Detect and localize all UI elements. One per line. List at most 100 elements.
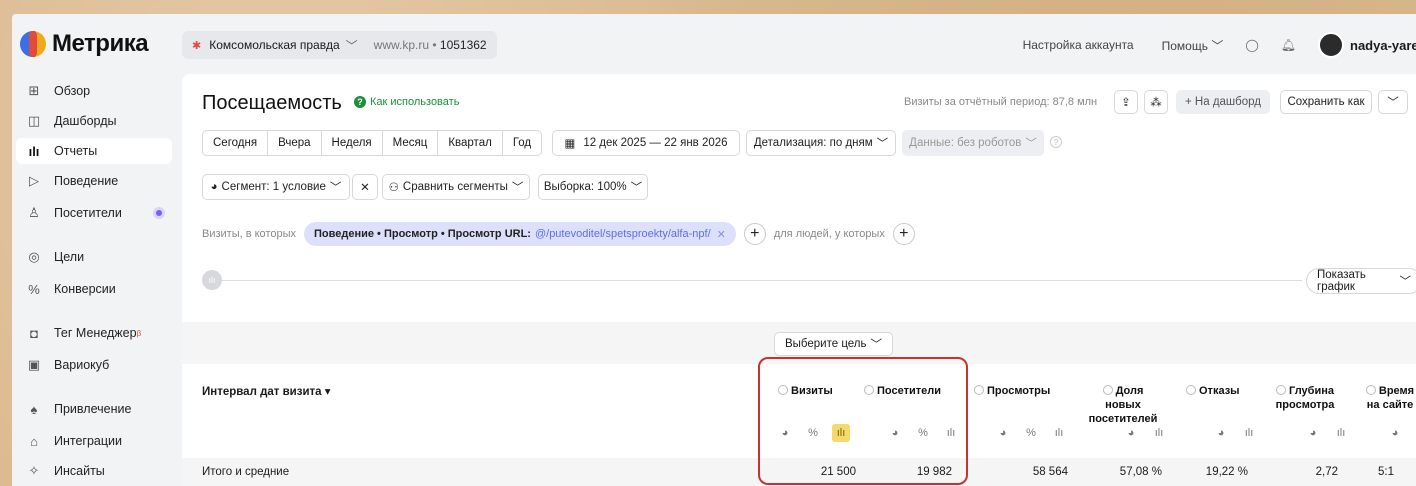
- add-filter-button[interactable]: +: [743, 223, 766, 245]
- total-depth: 2,72: [1315, 466, 1338, 478]
- target-icon: ◎: [28, 249, 40, 264]
- username[interactable]: nadya-yaremen: [1350, 38, 1416, 53]
- time-view-toggles: ◕ ılı: [1386, 424, 1416, 442]
- col-pageviews[interactable]: Просмотры: [974, 384, 1050, 398]
- sidebar-item-acquisition[interactable]: ♠ Привлечение: [16, 396, 172, 422]
- tag-icon: ◘: [30, 325, 38, 341]
- total-bounce: 19,22 %: [1205, 466, 1248, 478]
- help-circle-icon[interactable]: ?: [1050, 136, 1062, 148]
- sidebar-item-conversions[interactable]: % Конверсии: [16, 276, 172, 302]
- help-menu[interactable]: Помощь ﹀: [1162, 37, 1224, 54]
- bar-chart-icon[interactable]: ılı: [1150, 424, 1168, 442]
- new-visitors-view-toggles: ◕ ılı: [1122, 424, 1168, 442]
- save-as-button[interactable]: Сохранить как: [1280, 90, 1372, 114]
- bar-chart-icon[interactable]: ılı: [1050, 424, 1068, 442]
- counter-name: Комсомольская правда: [209, 38, 340, 52]
- sidebar-item-integrations[interactable]: ⌂ Интеграции: [16, 428, 172, 454]
- choose-goal-button[interactable]: Выберите цель ﹀: [774, 332, 894, 356]
- chevron-down-icon: ﹀: [630, 182, 643, 194]
- bar-chart-icon[interactable]: ılı: [1332, 424, 1350, 442]
- info-icon: [1186, 385, 1196, 395]
- account-settings-link[interactable]: Настройка аккаунта: [1023, 38, 1134, 52]
- segment-selector[interactable]: ◕ Сегмент: 1 условие ﹀: [202, 174, 350, 200]
- cube-icon: ▣: [27, 357, 41, 372]
- date-range-picker[interactable]: ▦ 12 дек 2025 — 22 янв 2026: [552, 130, 740, 156]
- col-time[interactable]: Время на сайте: [1360, 384, 1416, 412]
- counter-selector[interactable]: ✱ Комсомольская правда ﹀ www.kp.ru • 105…: [182, 31, 497, 59]
- bell-icon[interactable]: 🔔︎: [1281, 38, 1296, 52]
- grid-icon: ⊞: [28, 83, 40, 98]
- shapes-icon: ⁂: [1150, 97, 1162, 109]
- percent-icon: %: [28, 281, 40, 297]
- sort-desc-icon: ▾: [324, 386, 331, 398]
- clear-segment-button[interactable]: ✕: [352, 174, 378, 200]
- pageviews-view-toggles: ◕ % ılı: [994, 424, 1068, 442]
- filter-value: @/putevoditel/spetsproekty/alfa-npf/: [534, 228, 711, 240]
- sidebar-item-behavior[interactable]: ▷ Поведение: [16, 168, 172, 194]
- help-circle-icon: ?: [354, 96, 366, 108]
- chevron-down-icon: ﹀: [876, 138, 889, 150]
- period-week[interactable]: Неделя: [321, 130, 383, 156]
- data-filter-selector[interactable]: Данные: без роботов ﹀: [902, 130, 1044, 156]
- view-toggle-button[interactable]: ⁂: [1144, 90, 1168, 114]
- chevron-down-icon: ﹀: [511, 182, 524, 194]
- compare-segments-button[interactable]: ⚇ Сравнить сегменты ﹀: [382, 174, 530, 200]
- filter-prefix: Визиты, в которых: [202, 228, 296, 240]
- pie-icon[interactable]: ◕: [1386, 424, 1404, 442]
- sidebar-item-insights[interactable]: ✧ Инсайты: [16, 458, 172, 484]
- export-button[interactable]: ⇪: [1114, 90, 1138, 114]
- period-yesterday[interactable]: Вчера: [268, 130, 322, 156]
- counter-star-icon: ✱: [192, 39, 202, 52]
- col-bounce[interactable]: Отказы: [1186, 384, 1240, 398]
- chat-icon[interactable]: ◯: [1245, 38, 1258, 52]
- info-icon: [1365, 385, 1376, 395]
- col-new-visitors[interactable]: Доля новых посетителей: [1082, 384, 1164, 426]
- detail-selector[interactable]: Детализация: по дням ﹀: [746, 130, 896, 156]
- bounce-view-toggles: ◕ ılı: [1212, 424, 1258, 442]
- visits-total: Визиты за отчётный период: 87,8 млн: [904, 96, 1098, 108]
- play-icon: ▷: [29, 173, 39, 188]
- pie-icon[interactable]: ◕: [1122, 424, 1140, 442]
- avatar[interactable]: [1318, 32, 1344, 58]
- puzzle-icon: ⌂: [30, 433, 38, 449]
- period-month[interactable]: Месяц: [382, 130, 439, 156]
- sidebar-item-tag-manager[interactable]: ◘ Тег Менеджер β: [16, 320, 172, 346]
- sparkle-icon: ✧: [28, 463, 40, 478]
- flame-icon: ♠: [30, 401, 38, 417]
- beta-badge: β: [136, 328, 142, 338]
- period-today[interactable]: Сегодня: [202, 130, 269, 156]
- col-depth[interactable]: Глубина просмотра: [1272, 384, 1338, 412]
- sidebar-item-overview[interactable]: ⊞ Обзор: [16, 78, 172, 104]
- bar-chart-icon[interactable]: ılı: [1240, 424, 1258, 442]
- sidebar-item-goals[interactable]: ◎ Цели: [16, 244, 172, 270]
- add-people-filter-button[interactable]: +: [892, 223, 915, 245]
- sample-selector[interactable]: Выборка: 100% ﹀: [538, 174, 648, 200]
- new-badge: [156, 210, 162, 216]
- sidebar-item-visitors[interactable]: ♙ Посетители: [16, 200, 172, 226]
- pie-icon[interactable]: ◕: [1304, 424, 1322, 442]
- dimension-header[interactable]: Интервал дат визита ▾: [202, 384, 331, 398]
- highlight-annotation: [758, 357, 968, 485]
- pie-icon: ◕: [210, 181, 218, 193]
- chart-icon: ılı: [202, 270, 222, 290]
- total-time: 5:1: [1378, 466, 1394, 478]
- metrika-logo[interactable]: Метрика: [20, 30, 149, 58]
- share-icon: ⇪: [1121, 97, 1131, 109]
- save-menu-button[interactable]: ﹀: [1378, 90, 1408, 114]
- percent-icon[interactable]: %: [1022, 424, 1040, 442]
- howto-link[interactable]: ? Как использовать: [354, 96, 459, 108]
- sidebar-item-variocube[interactable]: ▣ Вариокуб: [16, 352, 172, 378]
- filter-chip[interactable]: Поведение • Просмотр • Просмотр URL: @/p…: [304, 222, 736, 246]
- sidebar-item-reports[interactable]: ılı Отчеты: [16, 138, 172, 164]
- counter-site: www.kp.ru • 1051362: [373, 38, 487, 52]
- pie-icon[interactable]: ◕: [1212, 424, 1230, 442]
- add-dashboard-button[interactable]: + На дашборд: [1176, 90, 1270, 114]
- sidebar-item-dashboards[interactable]: ◫ Дашборды: [16, 108, 172, 134]
- calendar-icon: ▦: [564, 138, 576, 150]
- period-quarter[interactable]: Квартал: [438, 130, 503, 156]
- period-year[interactable]: Год: [502, 130, 543, 156]
- chevron-down-icon: ﹀: [1025, 138, 1037, 150]
- pie-icon[interactable]: ◕: [994, 424, 1012, 442]
- close-icon[interactable]: ✕: [717, 228, 726, 241]
- show-chart-button[interactable]: Показать график ﹀: [1306, 268, 1416, 294]
